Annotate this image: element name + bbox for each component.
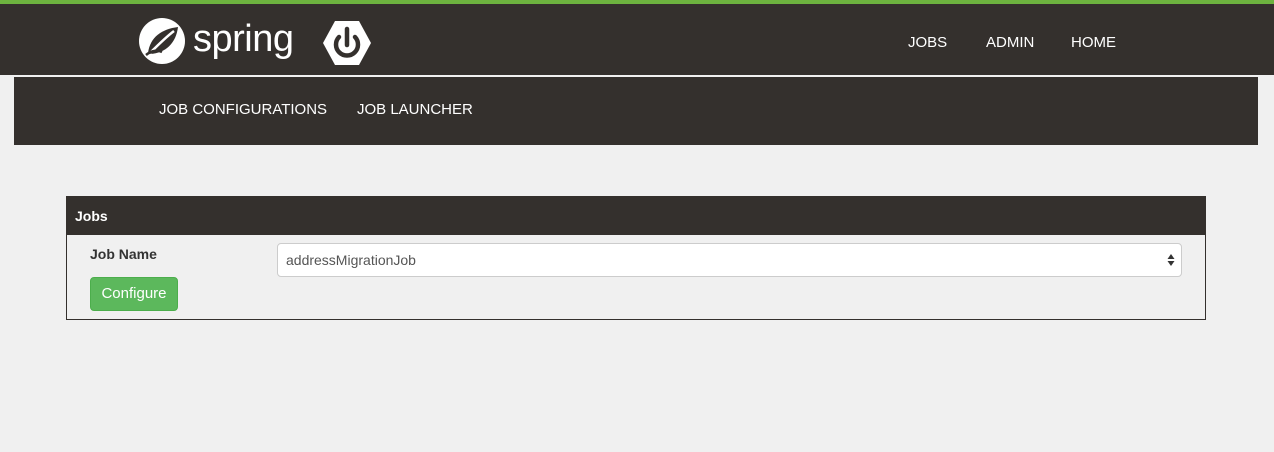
nav-home-link[interactable]: HOME xyxy=(1071,32,1116,54)
job-launcher-link[interactable]: JOB LAUNCHER xyxy=(357,99,473,121)
spring-logo-text[interactable]: spring xyxy=(193,17,294,61)
nav-admin-link[interactable]: ADMIN xyxy=(986,32,1034,54)
job-name-select[interactable]: addressMigrationJob xyxy=(277,243,1182,277)
select-arrows-icon xyxy=(1167,254,1175,266)
sub-navbar: JOB CONFIGURATIONS JOB LAUNCHER xyxy=(14,77,1258,145)
job-configurations-link[interactable]: JOB CONFIGURATIONS xyxy=(159,99,327,121)
top-navbar: spring JOBS ADMIN HOME xyxy=(0,0,1274,75)
selected-job-value: addressMigrationJob xyxy=(286,252,416,268)
spring-leaf-icon[interactable] xyxy=(138,17,186,65)
power-icon xyxy=(323,21,371,65)
jobs-panel: Jobs Job Name addressMigrationJob Config… xyxy=(66,196,1206,320)
configure-button[interactable]: Configure xyxy=(90,277,178,311)
panel-title: Jobs xyxy=(67,197,1205,235)
job-name-label: Job Name xyxy=(90,246,157,262)
nav-jobs-link[interactable]: JOBS xyxy=(908,32,947,54)
